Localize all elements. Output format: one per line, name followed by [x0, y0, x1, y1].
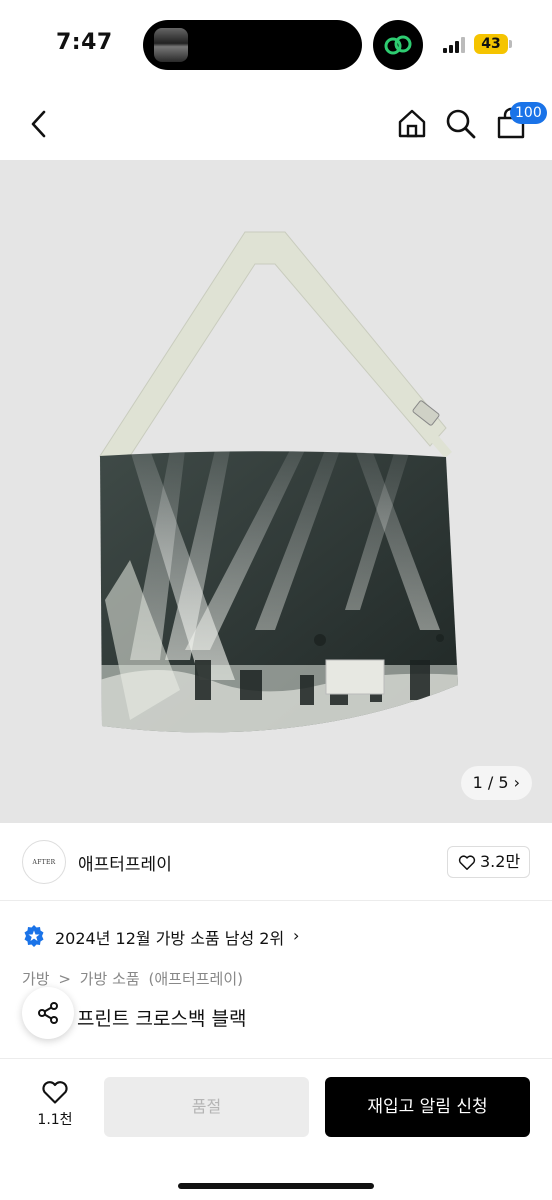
home-icon[interactable]	[392, 104, 432, 144]
status-bar: 7:47 43	[0, 0, 552, 90]
share-icon	[38, 1002, 58, 1024]
now-playing-thumbnail	[154, 28, 188, 62]
app-link-icon	[373, 20, 423, 70]
battery-cap	[509, 40, 512, 48]
brand-like-button[interactable]: 3.2만	[447, 846, 530, 878]
brand-logo[interactable]: AFTER PRAY	[22, 840, 66, 884]
signal-icon	[443, 37, 467, 53]
brand-like-count: 3.2만	[480, 852, 521, 871]
breadcrumb: 가방 > 가방 소품 (애프터프레이)	[22, 968, 247, 989]
breadcrumb-subcategory[interactable]: 가방 소품	[80, 970, 140, 988]
chevron-right-icon: ›	[513, 773, 520, 792]
sold-out-button: 품절	[104, 1077, 309, 1137]
status-time: 7:47	[56, 30, 113, 55]
brand-row[interactable]: AFTER PRAY 애프터프레이 3.2만	[0, 823, 552, 901]
top-nav: 100	[0, 90, 552, 160]
battery-icon: 43	[474, 34, 508, 54]
breadcrumb-separator: >	[58, 970, 71, 988]
bottom-action-bar: 1.1천 품절 재입고 알림 신청	[0, 1058, 552, 1200]
heart-icon	[458, 855, 476, 870]
restock-alert-button[interactable]: 재입고 알림 신청	[325, 1077, 530, 1137]
search-icon[interactable]	[441, 104, 481, 144]
wishlist-button[interactable]: 1.1천	[24, 1079, 86, 1129]
home-indicator	[178, 1183, 374, 1189]
image-counter-text: 1 / 5	[472, 773, 509, 792]
rank-badge-icon	[24, 925, 44, 947]
heart-icon	[42, 1081, 68, 1104]
brand-name[interactable]: 애프터프레이	[78, 850, 172, 875]
product-image-gallery[interactable]: 1 / 5 ›	[0, 160, 552, 823]
back-icon[interactable]	[20, 104, 60, 144]
cart-count-badge: 100	[510, 102, 547, 124]
breadcrumb-brand[interactable]: (애프터프레이)	[149, 970, 244, 988]
product-image	[99, 231, 458, 733]
dynamic-island	[143, 20, 362, 70]
breadcrumb-category[interactable]: 가방	[22, 970, 50, 988]
ranking-text: 2024년 12월 가방 소품 남성 2위	[55, 929, 285, 948]
image-counter[interactable]: 1 / 5 ›	[460, 766, 532, 800]
chevron-right-icon: ›	[293, 926, 300, 945]
wishlist-count: 1.1천	[37, 1112, 73, 1128]
share-button[interactable]	[22, 987, 74, 1039]
